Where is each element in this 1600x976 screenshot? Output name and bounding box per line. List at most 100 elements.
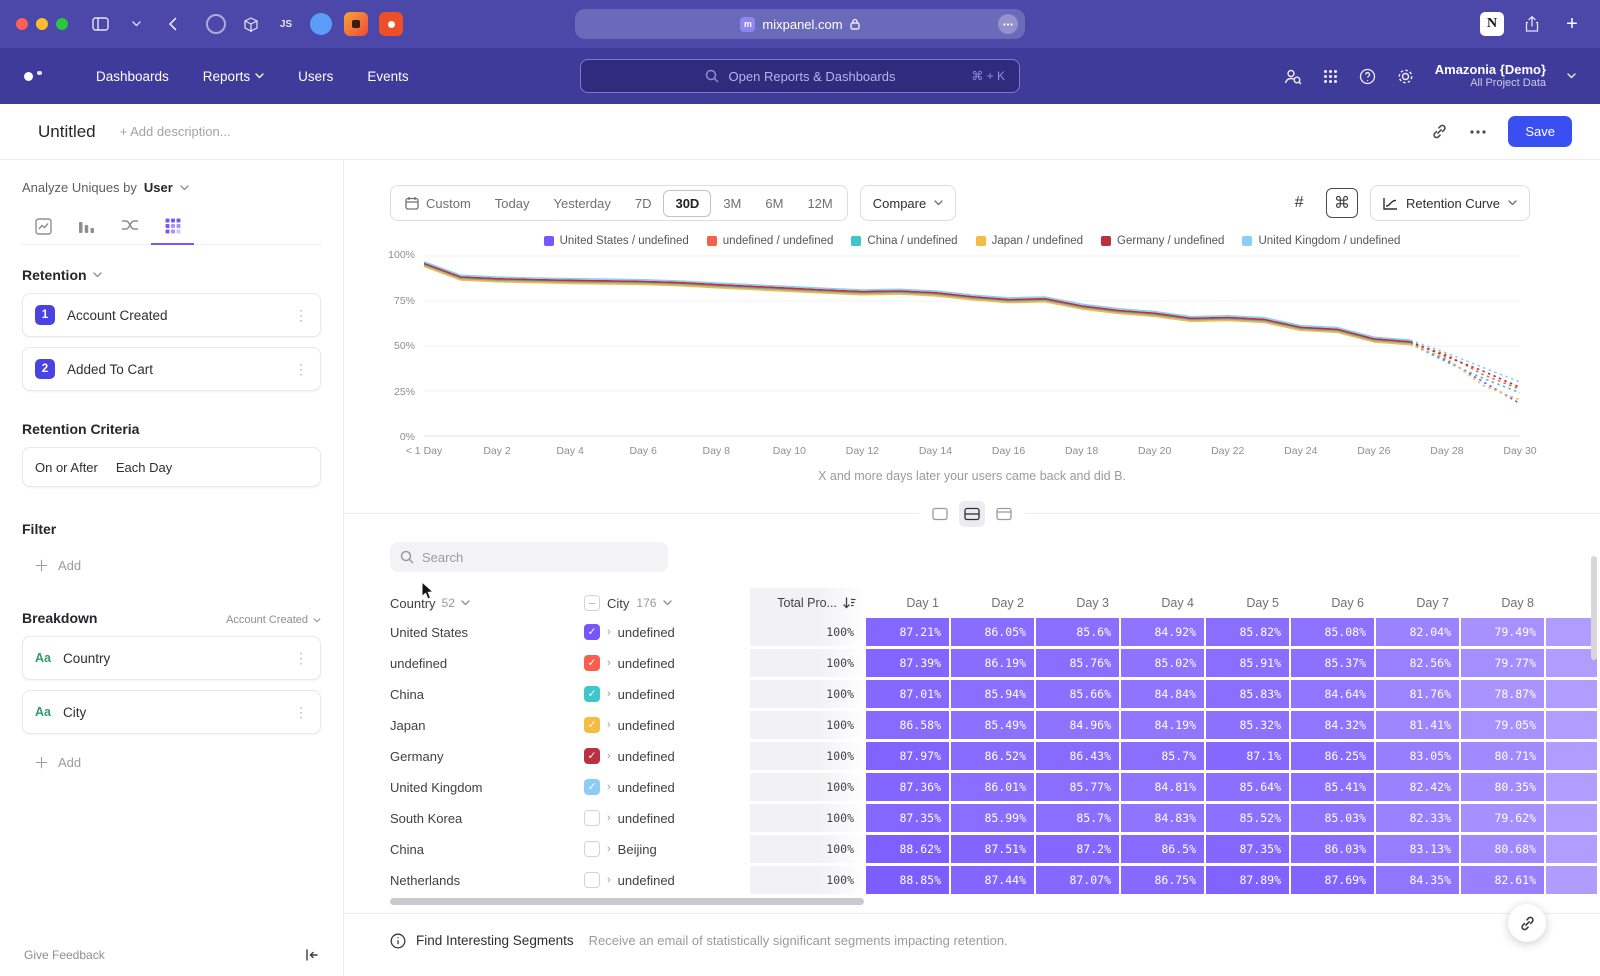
nav-item-reports[interactable]: Reports — [203, 69, 264, 84]
legend-item-undefined-undefined[interactable]: undefined / undefined — [707, 235, 834, 247]
day-column-header[interactable]: Day 1 — [866, 596, 949, 610]
date-range-today[interactable]: Today — [483, 190, 542, 217]
keyboard-shortcuts-icon[interactable]: ⌘ — [1326, 188, 1358, 218]
kebab-menu-icon[interactable]: ⋮ — [294, 362, 308, 376]
breakdown-property-label[interactable]: City — [63, 705, 294, 720]
tab-retention-icon[interactable] — [151, 211, 194, 245]
extension-red-icon[interactable] — [379, 12, 403, 36]
expand-chevron-icon[interactable]: › — [607, 688, 611, 700]
more-options-icon[interactable] — [1470, 130, 1486, 134]
total-column-header[interactable]: Total Pro... — [750, 588, 866, 618]
share-icon[interactable] — [1520, 12, 1544, 36]
date-range-custom[interactable]: Custom — [393, 190, 483, 217]
day-column-header[interactable]: Day 8 — [1461, 596, 1544, 610]
analyze-value[interactable]: User — [144, 180, 173, 195]
close-window-button[interactable] — [16, 18, 28, 30]
day-column-header[interactable]: Day 2 — [951, 596, 1034, 610]
compare-button[interactable]: Compare — [860, 185, 956, 221]
row-checkbox[interactable]: ✓ — [584, 717, 600, 733]
criteria-value[interactable]: Each Day — [116, 460, 172, 475]
help-icon[interactable] — [1359, 68, 1376, 85]
row-checkbox[interactable]: ✓ — [584, 655, 600, 671]
chevron-down-icon[interactable] — [124, 12, 148, 36]
legend-item-china-undefined[interactable]: China / undefined — [851, 235, 957, 247]
mixpanel-logo[interactable] — [24, 72, 54, 81]
table-only-view-icon[interactable] — [991, 501, 1017, 527]
vertical-scrollbar-thumb[interactable] — [1591, 556, 1597, 660]
extension-blue-icon[interactable] — [309, 12, 333, 36]
give-feedback-link[interactable]: Give Feedback — [24, 948, 105, 962]
breakdown-property-label[interactable]: Country — [63, 651, 294, 666]
extension-ring-icon[interactable] — [204, 12, 228, 36]
nav-item-users[interactable]: Users — [298, 69, 333, 84]
address-bar[interactable]: m mixpanel.com — [575, 9, 1025, 39]
row-checkbox[interactable]: ✓ — [584, 624, 600, 640]
horizontal-scrollbar-thumb[interactable] — [390, 898, 864, 905]
chart-type-selector[interactable]: Retention Curve — [1370, 185, 1530, 221]
copy-link-icon[interactable] — [1431, 123, 1448, 140]
date-range-3m[interactable]: 3M — [711, 190, 753, 217]
add-filter-button[interactable]: ＋ Add — [22, 555, 321, 576]
chart-only-view-icon[interactable] — [927, 501, 953, 527]
date-range-12m[interactable]: 12M — [795, 190, 844, 217]
annotations-icon[interactable]: # — [1284, 188, 1314, 218]
expand-chevron-icon[interactable]: › — [607, 874, 611, 886]
row-checkbox[interactable]: ✓ — [584, 779, 600, 795]
row-checkbox[interactable]: ✓ — [584, 748, 600, 764]
site-options-icon[interactable] — [998, 14, 1018, 34]
day-column-header[interactable]: Day 3 — [1036, 596, 1119, 610]
step-card-account-created[interactable]: 1 Account Created ⋮ — [22, 293, 321, 337]
breakdown-card-country[interactable]: Aa Country ⋮ — [22, 636, 321, 680]
date-range-6m[interactable]: 6M — [753, 190, 795, 217]
new-tab-icon[interactable]: + — [1560, 12, 1584, 36]
breakdown-card-city[interactable]: Aa City ⋮ — [22, 690, 321, 734]
expand-chevron-icon[interactable]: › — [607, 626, 611, 638]
day-column-header[interactable]: Day 4 — [1121, 596, 1204, 610]
legend-item-germany-undefined[interactable]: Germany / undefined — [1101, 235, 1224, 247]
legend-item-japan-undefined[interactable]: Japan / undefined — [976, 235, 1083, 247]
day-column-header[interactable]: Day 7 — [1376, 596, 1459, 610]
step-card-added-to-cart[interactable]: 2 Added To Cart ⋮ — [22, 347, 321, 391]
day-column-header[interactable]: Day 6 — [1291, 596, 1374, 610]
kebab-menu-icon[interactable]: ⋮ — [294, 705, 308, 719]
expand-chevron-icon[interactable]: › — [607, 719, 611, 731]
date-range-yesterday[interactable]: Yesterday — [542, 190, 623, 217]
collapse-sidebar-icon[interactable] — [305, 949, 319, 961]
nav-item-events[interactable]: Events — [367, 69, 408, 84]
find-segments-button[interactable]: Find Interesting Segments — [390, 933, 574, 949]
row-checkbox[interactable] — [584, 872, 600, 888]
add-description-placeholder[interactable]: + Add description... — [120, 124, 231, 139]
expand-chevron-icon[interactable]: › — [607, 657, 611, 669]
day-column-header[interactable]: Day 5 — [1206, 596, 1289, 610]
notion-extension-icon[interactable]: N — [1480, 12, 1504, 36]
expand-chevron-icon[interactable]: › — [607, 812, 611, 824]
date-range-7d[interactable]: 7D — [623, 190, 664, 217]
save-button[interactable]: Save — [1508, 116, 1572, 147]
global-search-input[interactable]: Open Reports & Dashboards ⌘ + K — [580, 59, 1020, 93]
table-search-input[interactable]: Search — [390, 542, 668, 572]
date-range-30d[interactable]: 30D — [663, 190, 711, 217]
extension-cube-icon[interactable] — [239, 12, 263, 36]
back-icon[interactable] — [160, 12, 184, 36]
tab-funnels-icon[interactable] — [65, 211, 108, 244]
chevron-down-icon[interactable] — [1567, 73, 1576, 79]
legend-item-united-kingdom-undefined[interactable]: United Kingdom / undefined — [1242, 235, 1400, 247]
extension-js-icon[interactable]: JS — [274, 12, 298, 36]
row-checkbox[interactable] — [584, 841, 600, 857]
country-column-header[interactable]: Country 52 — [390, 596, 580, 611]
split-view-icon[interactable] — [959, 501, 985, 527]
apps-grid-icon[interactable] — [1323, 69, 1338, 84]
select-all-checkbox[interactable]: – — [584, 595, 600, 611]
nav-item-dashboards[interactable]: Dashboards — [96, 69, 169, 84]
breakdown-scope-selector[interactable]: Account Created — [226, 614, 321, 626]
expand-chevron-icon[interactable]: › — [607, 750, 611, 762]
gear-icon[interactable] — [1397, 68, 1414, 85]
tab-flows-icon[interactable] — [108, 211, 151, 244]
legend-item-united-states-undefined[interactable]: United States / undefined — [544, 235, 689, 247]
kebab-menu-icon[interactable]: ⋮ — [294, 308, 308, 322]
city-column-header[interactable]: – City 176 — [580, 595, 750, 611]
project-switcher[interactable]: Amazonia {Demo} All Project Data — [1435, 62, 1546, 91]
criteria-condition[interactable]: On or After — [35, 460, 98, 475]
step-event-label[interactable]: Account Created — [67, 308, 294, 323]
tab-insights-icon[interactable] — [22, 211, 65, 244]
